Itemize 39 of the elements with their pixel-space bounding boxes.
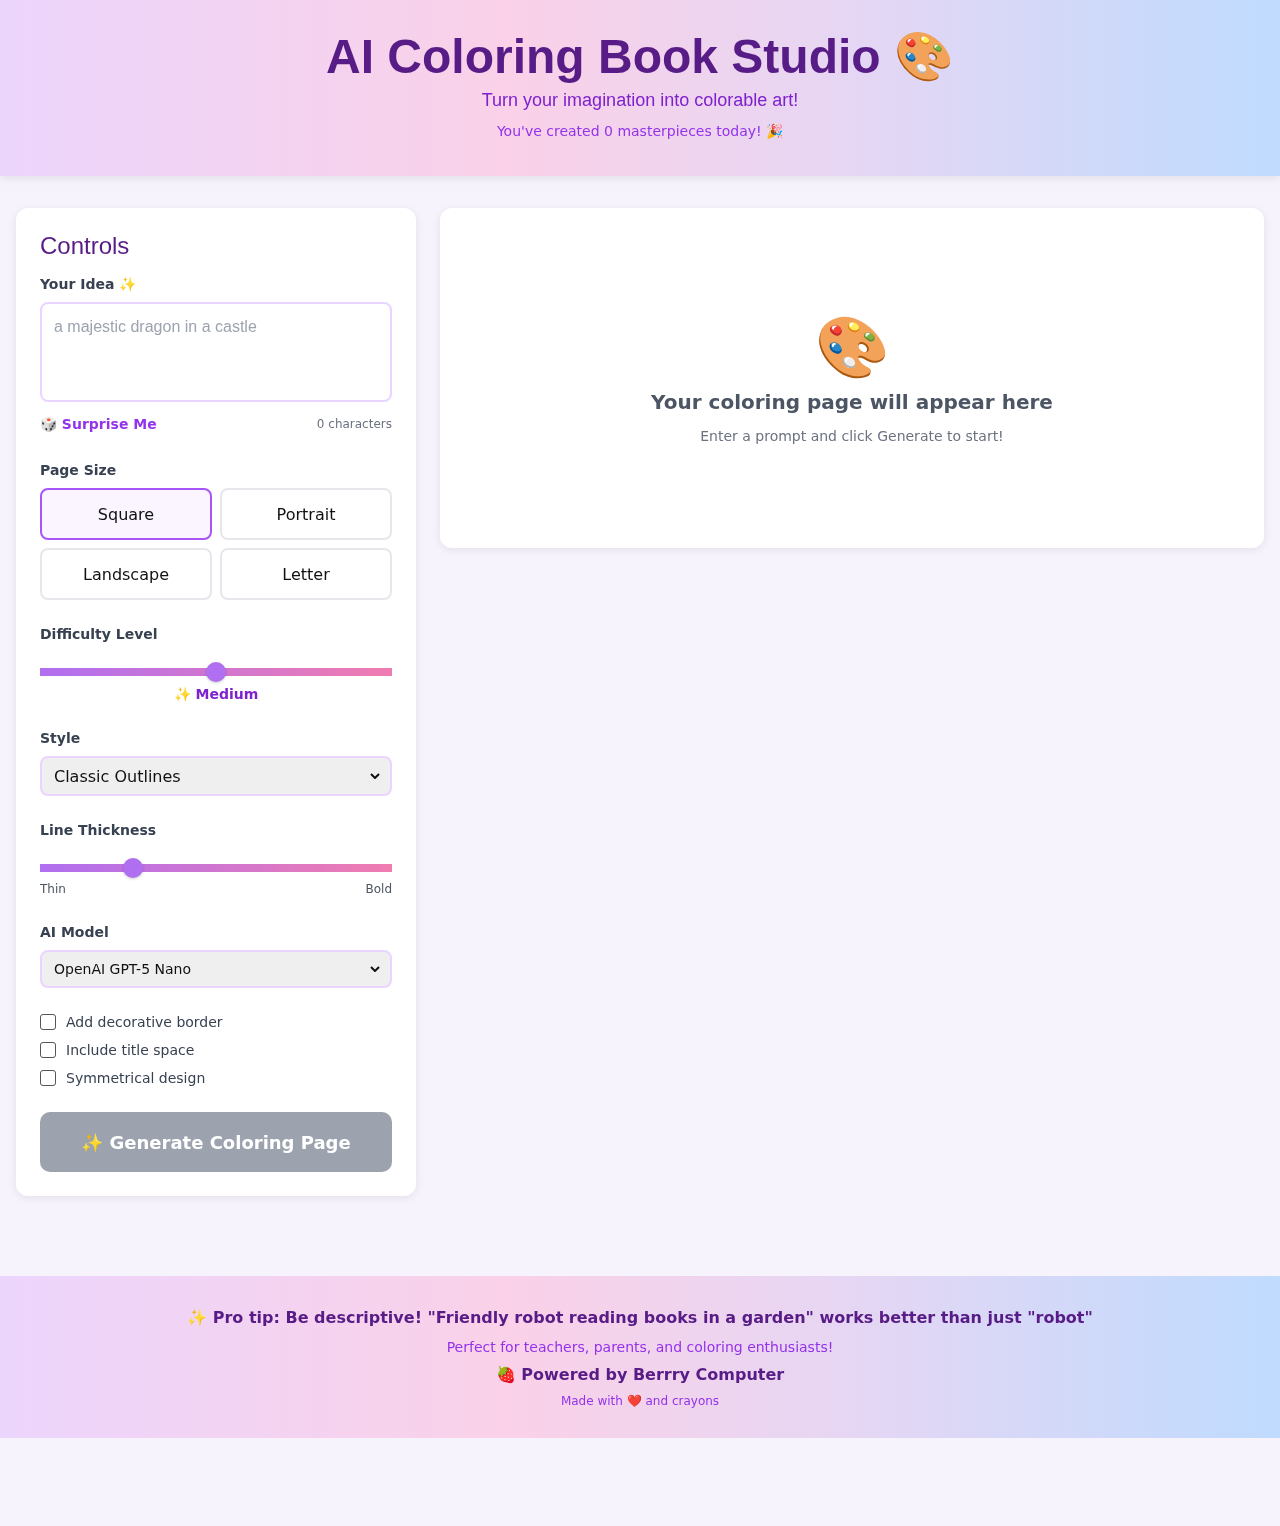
idea-field[interactable]: a majestic dragon in a castle xyxy=(40,302,392,402)
slider-max-label: Bold xyxy=(365,882,392,896)
creation-counter: You've created 0 masterpieces today! 🎉 xyxy=(496,123,784,139)
checkbox-label: Include title space xyxy=(66,1042,195,1058)
surprise-button[interactable]: 🎲 Surprise Me xyxy=(40,416,157,432)
field-label: Difficulty Level xyxy=(40,626,159,642)
made-with-text: Made with ❤ and crayons xyxy=(560,1394,720,1408)
slider-thumb[interactable] xyxy=(206,662,226,682)
placeholder-hint: Enter a prompt and click Generate to start! xyxy=(700,428,1004,444)
field-label: Line Thickness xyxy=(40,822,158,838)
panel-title: Controls xyxy=(40,232,131,260)
model-select[interactable]: OpenAI GPT-5 Nano xyxy=(40,950,392,988)
palette-icon: 🎨 xyxy=(814,312,890,382)
checkbox[interactable] xyxy=(40,1014,56,1030)
app-title: AI Coloring Book Studio 🎨 xyxy=(326,29,954,85)
powered-by: 🍓 Powered by Berrry Computer xyxy=(495,1365,785,1384)
difficulty-value: ✨ Medium xyxy=(172,686,260,702)
subtitle: Turn your imagination into colorable art! xyxy=(481,90,799,111)
page-size-option[interactable]: Portrait xyxy=(220,488,392,540)
pro-tip: ✨ Pro tip: Be descriptive! "Friendly robot reading books in a garden" works better than just "robot" xyxy=(187,1308,1093,1327)
page-size-option[interactable]: Landscape xyxy=(40,548,212,600)
field-label: Page Size xyxy=(40,462,118,478)
checkbox[interactable] xyxy=(40,1042,56,1058)
field-label: Your Idea ✨ xyxy=(40,276,138,292)
page-size-option[interactable]: Square xyxy=(40,488,212,540)
style-select[interactable]: Classic Outlines xyxy=(40,756,392,796)
chevron-down-icon xyxy=(370,966,380,972)
checkbox-label: Add decorative border xyxy=(66,1014,223,1030)
field-label: AI Model xyxy=(40,924,110,940)
field-label: Style xyxy=(40,730,82,746)
placeholder-title: Your coloring page will appear here xyxy=(651,390,1053,414)
page-size-option[interactable]: Letter xyxy=(220,548,392,600)
checkbox-label: Symmetrical design xyxy=(66,1070,206,1086)
slider-thumb[interactable] xyxy=(123,858,144,878)
slider-min-label: Thin xyxy=(40,882,66,896)
character-count: 0 characters xyxy=(316,417,392,431)
chevron-down-icon xyxy=(370,773,380,779)
audience-text: Perfect for teachers, parents, and coloring enthusiasts! xyxy=(446,1339,834,1355)
checkbox[interactable] xyxy=(40,1070,56,1086)
